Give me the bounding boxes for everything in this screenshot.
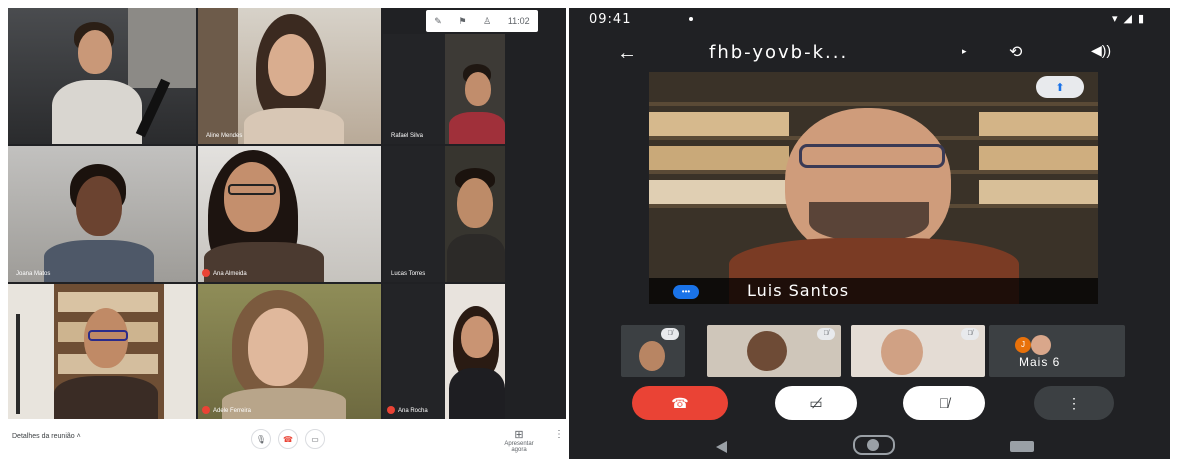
participant-avatar bbox=[1031, 335, 1051, 355]
participant-tile-6[interactable]: Lucas Torres bbox=[383, 146, 505, 282]
more-options-icon[interactable]: ⋮ bbox=[554, 429, 564, 440]
camera-icon: ▭ bbox=[311, 434, 319, 444]
more-vert-icon: ⋮ bbox=[1067, 394, 1081, 411]
participant-tile-2[interactable]: Aline Mendes bbox=[198, 8, 381, 144]
nav-back-icon[interactable] bbox=[716, 441, 727, 453]
nav-recents-icon[interactable] bbox=[1010, 441, 1034, 452]
wifi-icon: ▾ bbox=[1111, 13, 1124, 25]
participant-tile-8[interactable]: Adele Ferreira bbox=[198, 284, 381, 419]
participant-tile-3[interactable]: Rafael Silva bbox=[383, 34, 505, 144]
nav-home-icon[interactable] bbox=[853, 435, 895, 455]
meeting-details-button[interactable]: Detalhes da reunião ˄ bbox=[12, 433, 81, 440]
participant-thumbnail-3[interactable]: 🎙̸ bbox=[851, 325, 985, 377]
mic-off-button[interactable]: 🎙̸ bbox=[903, 386, 985, 420]
participant-name: Adele Ferreira bbox=[213, 408, 252, 414]
participant-tile-7[interactable] bbox=[8, 284, 196, 419]
camera-off-button[interactable]: ▭̸ bbox=[775, 386, 857, 420]
present-screen-icon: ⊞ bbox=[514, 429, 524, 441]
participant-name: Ana Almeida bbox=[213, 271, 247, 277]
participant-tile-5[interactable]: Ana Almeida bbox=[198, 146, 381, 282]
camera-button[interactable]: ▭ bbox=[305, 429, 325, 449]
phone-meeting-screen: 09:41 ▾◢▮ ← fhb-yovb-k... ▸ ⟲ ◀)) ⬆ ••• … bbox=[569, 8, 1170, 459]
mic-muted-icon: 🎙̸ bbox=[961, 328, 979, 340]
back-arrow-icon[interactable]: ← bbox=[617, 42, 637, 65]
participant-name: Aline Mendes bbox=[206, 133, 243, 139]
mic-muted-icon: 🎙̸ bbox=[661, 328, 679, 340]
status-bar-time: 09:41 bbox=[589, 12, 632, 27]
mic-off-icon bbox=[202, 269, 210, 277]
main-speaker-video[interactable]: ⬆ ••• Luis Santos bbox=[649, 72, 1098, 304]
caret-right-icon[interactable]: ▸ bbox=[962, 46, 967, 57]
more-options-button[interactable]: ⋮ bbox=[1034, 386, 1114, 420]
person-icon[interactable]: ♙ bbox=[483, 16, 491, 27]
desktop-top-toolbar: ✎ ⚑ ♙ 11:02 bbox=[426, 10, 538, 32]
participant-name: Ana Rocha bbox=[398, 408, 428, 414]
battery-icon: ▮ bbox=[1137, 13, 1150, 25]
desktop-bottom-bar: Detalhes da reunião ˄ 🎙 ☎ ▭ ⊞ Apresentar… bbox=[8, 419, 566, 459]
participant-name: Rafael Silva bbox=[391, 133, 424, 139]
more-participants-label: Mais 6 bbox=[1019, 355, 1061, 369]
participant-thumbnail-1[interactable]: 🎙̸ bbox=[621, 325, 685, 377]
pin-icon: ⬆ bbox=[1055, 81, 1065, 94]
speaker-icon[interactable]: ◀)) bbox=[1091, 42, 1111, 59]
signal-icon: ◢ bbox=[1123, 13, 1138, 25]
participant-tile-1[interactable] bbox=[8, 8, 196, 144]
android-nav-bar bbox=[569, 433, 1170, 459]
participant-name: Lucas Torres bbox=[391, 271, 426, 277]
mic-off-icon bbox=[387, 406, 395, 414]
participant-thumbnail-2[interactable]: 🎙̸ bbox=[707, 325, 841, 377]
speaking-indicator-icon: ••• bbox=[673, 285, 699, 299]
mic-off-icon: 🎙̸ bbox=[938, 395, 950, 411]
desktop-meeting-window: Aline Mendes Rafael Silva ✎ ⚑ ♙ 11:02 Jo… bbox=[8, 8, 566, 459]
leave-call-button[interactable]: ☎ bbox=[278, 429, 298, 449]
hang-up-icon: ☎ bbox=[283, 434, 293, 444]
participant-tile-9[interactable]: Ana Rocha bbox=[383, 284, 505, 419]
notification-dot bbox=[689, 17, 693, 21]
clock-time: 11:02 bbox=[507, 16, 530, 26]
participant-name: Joana Matos bbox=[16, 271, 51, 277]
switch-camera-icon[interactable]: ⟲ bbox=[1009, 42, 1022, 62]
camera-off-icon: ▭̸ bbox=[809, 394, 823, 411]
meeting-code[interactable]: fhb-yovb-k... bbox=[709, 42, 848, 63]
pin-button[interactable]: ⬆ bbox=[1036, 76, 1084, 98]
hang-up-icon: ☎ bbox=[671, 394, 689, 411]
present-now-label: Apresentar agora bbox=[504, 441, 534, 453]
speaker-name-bar: ••• Luis Santos bbox=[649, 278, 1098, 304]
mic-muted-icon: 🎙̸ bbox=[817, 328, 835, 340]
more-participants-tile[interactable]: J Mais 6 bbox=[989, 325, 1125, 377]
mic-off-icon bbox=[202, 406, 210, 414]
pencil-icon[interactable]: ✎ bbox=[434, 16, 442, 27]
status-bar-icons: ▾◢▮ bbox=[1112, 12, 1150, 25]
participant-tile-4[interactable]: Joana Matos bbox=[8, 146, 196, 282]
speaker-name: Luis Santos bbox=[747, 281, 850, 300]
present-now-button[interactable]: ⊞ Apresentar agora bbox=[498, 429, 540, 453]
meeting-header: ← fhb-yovb-k... ▸ ⟲ ◀)) bbox=[569, 36, 1170, 72]
participant-avatar: J bbox=[1015, 337, 1031, 353]
flag-icon[interactable]: ⚑ bbox=[458, 16, 466, 27]
microphone-icon: 🎙 bbox=[255, 434, 267, 444]
mic-button[interactable]: 🎙 bbox=[251, 429, 271, 449]
end-call-button[interactable]: ☎ bbox=[632, 386, 728, 420]
